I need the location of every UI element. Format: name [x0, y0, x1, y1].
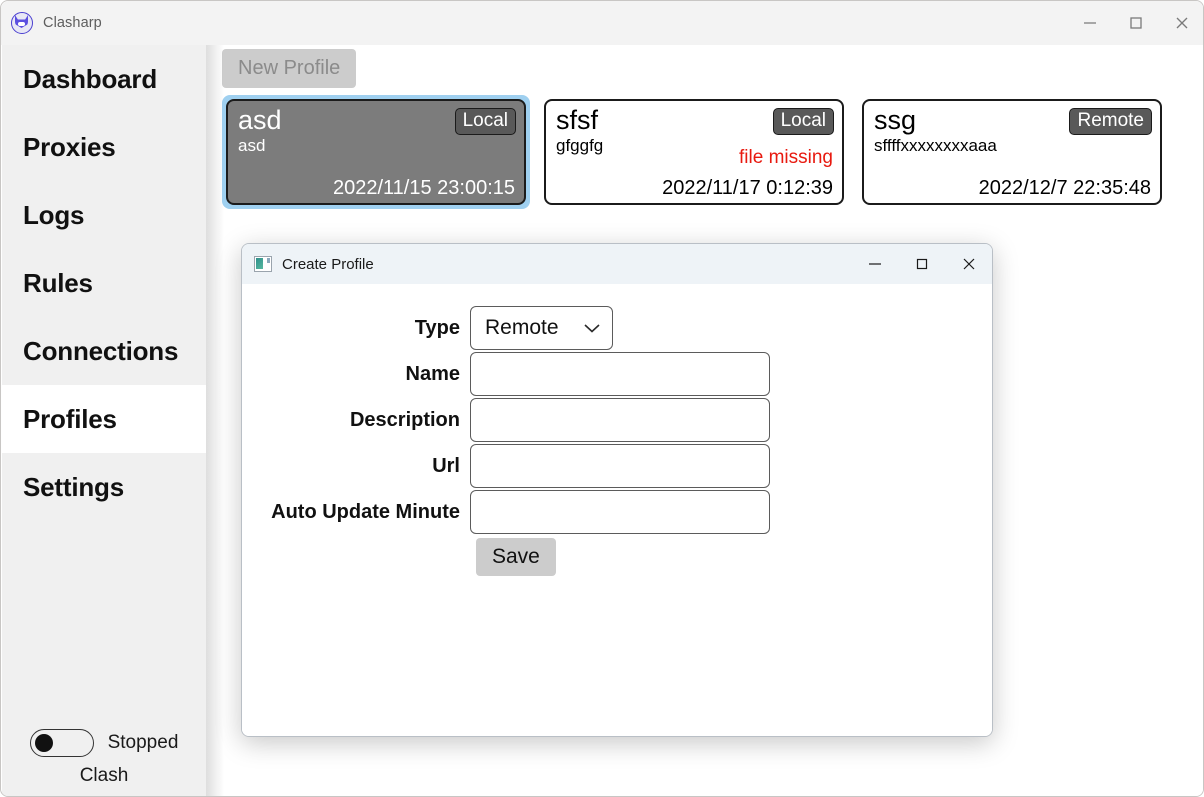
clash-power-toggle[interactable] [29, 729, 94, 757]
sidebar-status-area: Stopped Clash [2, 713, 206, 796]
sidebar-item-label: Proxies [23, 131, 116, 162]
window-controls [1067, 1, 1203, 45]
name-input[interactable] [470, 352, 770, 396]
sidebar-item-logs[interactable]: Logs [2, 181, 206, 249]
window-image-icon [254, 256, 272, 272]
maximize-icon[interactable] [1113, 1, 1159, 45]
dialog-maximize-icon[interactable] [898, 244, 945, 284]
profile-card[interactable]: asd asd Local 2022/11/15 23:00:15 [226, 99, 526, 205]
create-profile-dialog: Create Profile Type Remote Name Descript… [241, 243, 993, 737]
name-label: Name [405, 362, 460, 385]
profile-card[interactable]: ssg sffffxxxxxxxxaaa Remote 2022/12/7 22… [862, 99, 1162, 205]
description-label: Description [349, 408, 460, 431]
type-select-value: Remote [485, 316, 559, 339]
sidebar-item-label: Connections [23, 335, 179, 366]
new-profile-button[interactable]: New Profile [222, 49, 357, 88]
profile-type-badge: Local [454, 108, 516, 135]
minimize-icon[interactable] [1067, 1, 1113, 45]
profile-card[interactable]: sfsf gfggfg Local file missing 2022/11/1… [544, 99, 844, 205]
dialog-close-icon[interactable] [945, 244, 992, 284]
sidebar-item-label: Profiles [23, 403, 117, 434]
profile-card-wrapper: asd asd Local 2022/11/15 23:00:15 [222, 95, 530, 209]
profile-description: sffffxxxxxxxxaaa [874, 136, 997, 155]
sidebar-nav: Dashboard Proxies Logs Rules Connections… [2, 45, 206, 521]
profile-card-list: asd asd Local 2022/11/15 23:00:15 sfsf g… [222, 95, 1166, 209]
sidebar-item-profiles[interactable]: Profiles [2, 385, 206, 453]
dialog-minimize-icon[interactable] [851, 244, 898, 284]
form-row-save: Save [242, 538, 992, 576]
sidebar-item-label: Rules [23, 267, 93, 298]
auto-update-input[interactable] [470, 490, 770, 534]
form-row-description: Description [242, 398, 992, 442]
sidebar-item-label: Settings [23, 471, 124, 502]
description-input[interactable] [470, 398, 770, 442]
close-icon[interactable] [1159, 1, 1203, 45]
dialog-window-controls [851, 244, 992, 284]
sidebar-item-label: Logs [23, 199, 85, 230]
clash-toggle-row: Stopped [29, 729, 179, 757]
form-row-type: Type Remote [242, 306, 992, 350]
toggle-knob [34, 734, 53, 752]
auto-update-label: Auto Update Minute [271, 500, 460, 523]
profile-type-badge: Remote [1069, 108, 1152, 135]
app-window: Clasharp Dashboard Proxies Logs Rules Co… [0, 0, 1204, 797]
sidebar-item-label: Dashboard [23, 63, 158, 94]
form-row-name: Name [242, 352, 992, 396]
save-button[interactable]: Save [476, 538, 556, 576]
profile-date: 2022/12/7 22:35:48 [978, 177, 1151, 199]
sidebar-item-settings[interactable]: Settings [2, 453, 206, 521]
profile-error-text: file missing [739, 147, 833, 168]
profile-card-wrapper: sfsf gfggfg Local file missing 2022/11/1… [540, 95, 848, 209]
type-label: Type [414, 316, 460, 339]
dialog-titlebar: Create Profile [242, 244, 992, 284]
window-titlebar: Clasharp [1, 1, 1203, 45]
profile-description: asd [238, 136, 266, 155]
dialog-body: Type Remote Name Description Url Auto Up… [242, 284, 992, 736]
url-input[interactable] [470, 444, 770, 488]
profile-date: 2022/11/15 23:00:15 [332, 177, 515, 199]
profile-card-wrapper: ssg sffffxxxxxxxxaaa Remote 2022/12/7 22… [858, 95, 1166, 209]
save-spacer [242, 538, 476, 576]
profile-date: 2022/11/17 0:12:39 [662, 177, 833, 199]
dialog-title: Create Profile [282, 255, 374, 273]
url-label: Url [432, 454, 460, 477]
cat-face-icon [11, 12, 33, 34]
form-row-auto-update: Auto Update Minute [242, 490, 992, 534]
clash-service-label: Clash [79, 765, 129, 786]
form-row-url: Url [242, 444, 992, 488]
app-title: Clasharp [43, 15, 102, 31]
sidebar-item-rules[interactable]: Rules [2, 249, 206, 317]
chevron-down-icon [583, 322, 601, 334]
sidebar-item-dashboard[interactable]: Dashboard [2, 45, 206, 113]
clash-status-label: Stopped [107, 732, 179, 753]
type-select[interactable]: Remote [470, 306, 613, 350]
sidebar-item-proxies[interactable]: Proxies [2, 113, 206, 181]
profile-type-badge: Local [772, 108, 834, 135]
sidebar-item-connections[interactable]: Connections [2, 317, 206, 385]
sidebar: Dashboard Proxies Logs Rules Connections… [2, 45, 206, 796]
